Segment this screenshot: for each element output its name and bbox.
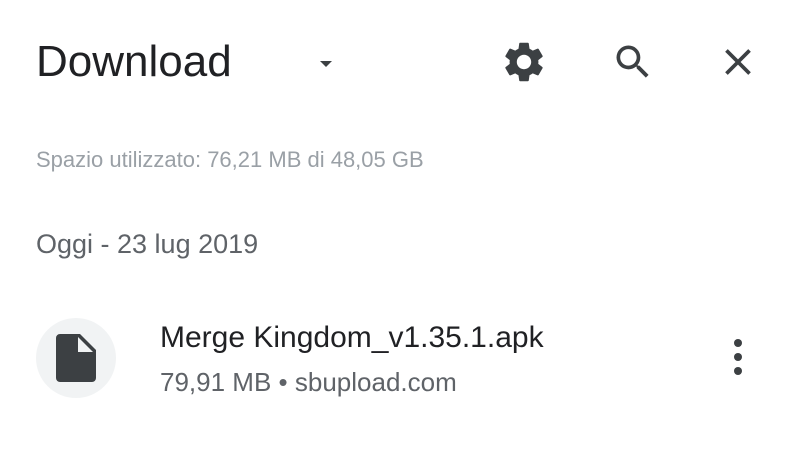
file-meta: 79,91 MB • sbupload.com — [160, 366, 457, 398]
search-icon — [616, 45, 649, 78]
storage-usage-text: Spazio utilizzato: 76,21 MB di 48,05 GB — [36, 147, 424, 172]
section-date-header: Oggi - 23 lug 2019 — [36, 229, 259, 259]
close-icon — [725, 49, 751, 75]
gear-icon — [505, 42, 543, 82]
more-vert-icon — [734, 339, 742, 375]
close-button[interactable] — [710, 34, 766, 90]
file-icon — [56, 334, 96, 382]
title-dropdown-button[interactable] — [306, 44, 346, 84]
search-button[interactable] — [605, 34, 661, 90]
file-name: Merge Kingdom_v1.35.1.apk — [160, 321, 544, 354]
file-size: 79,91 MB — [160, 367, 272, 397]
more-options-button[interactable] — [716, 332, 760, 382]
file-thumbnail — [36, 318, 116, 398]
file-source: sbupload.com — [294, 367, 457, 397]
settings-button[interactable] — [496, 34, 552, 90]
download-list-item[interactable]: Merge Kingdom_v1.35.1.apk 79,91 MB • sbu… — [0, 300, 800, 410]
page-title: Download — [36, 37, 232, 86]
downloads-screen: Download Spazio utilizzato: 76,21 MB di … — [0, 0, 800, 475]
meta-separator: • — [278, 367, 288, 397]
arrow-drop-down-icon — [320, 61, 332, 67]
